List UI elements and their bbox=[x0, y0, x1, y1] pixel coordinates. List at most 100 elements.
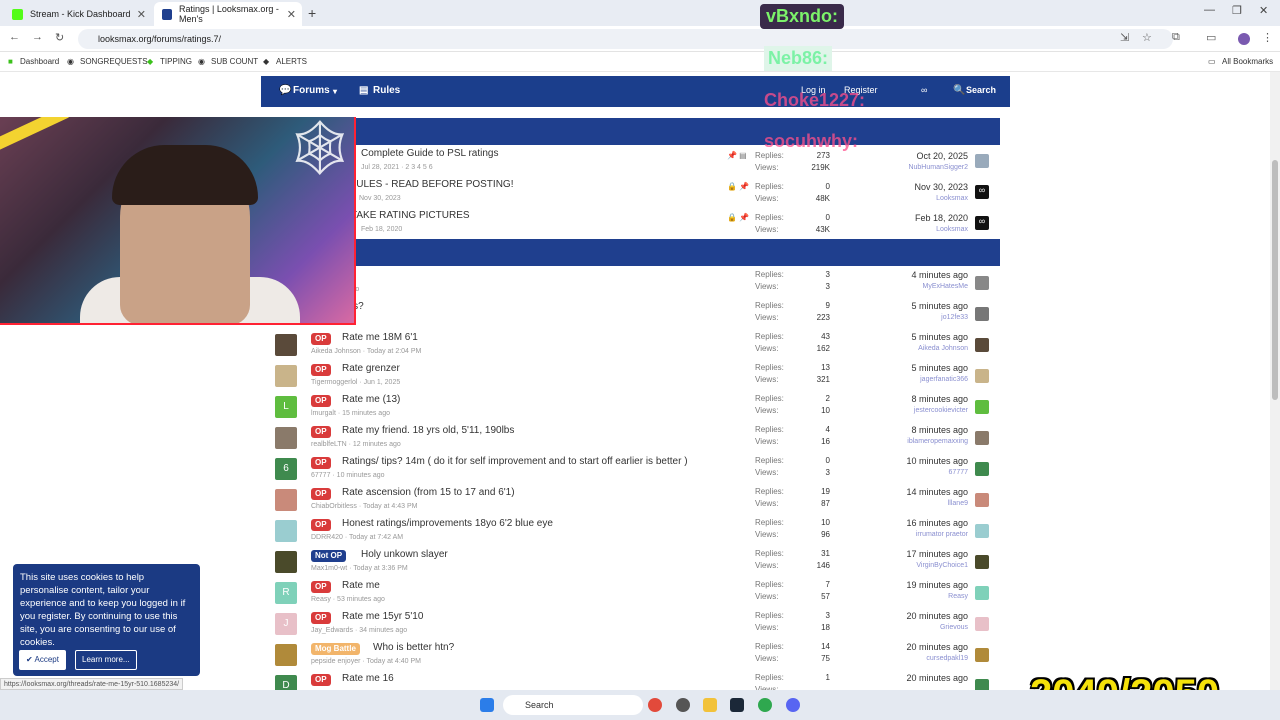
thread-prefix-badge[interactable]: OP bbox=[311, 612, 331, 624]
thread-prefix-badge[interactable]: OP bbox=[311, 333, 331, 345]
extensions-icon[interactable]: ⧉ bbox=[1172, 31, 1180, 44]
nav-rules[interactable]: Rules bbox=[373, 85, 400, 96]
avatar[interactable] bbox=[975, 617, 989, 631]
bookmark-tipping[interactable]: TIPPING bbox=[160, 57, 192, 66]
bookmark-dashboard[interactable]: Dashboard bbox=[20, 57, 59, 66]
avatar[interactable] bbox=[975, 369, 989, 383]
thread-title[interactable]: Complete Guide to PSL ratings bbox=[361, 148, 498, 159]
avatar[interactable]: L bbox=[275, 396, 297, 418]
close-icon[interactable]: ✕ bbox=[287, 8, 296, 21]
avatar[interactable] bbox=[975, 154, 989, 168]
star-icon[interactable]: ☆ bbox=[1142, 31, 1152, 44]
avatar[interactable] bbox=[275, 365, 297, 387]
thread-title[interactable]: Rate me (13) bbox=[342, 394, 400, 405]
avatar[interactable] bbox=[275, 644, 297, 666]
scrollbar-thumb[interactable] bbox=[1272, 160, 1278, 400]
thread-row[interactable]: ngs? 12, 2025 Replies: 9 Views: 223 5 mi… bbox=[269, 299, 1000, 330]
thread-prefix-badge[interactable]: OP bbox=[311, 457, 331, 469]
thread-prefix-badge[interactable]: OP bbox=[311, 581, 331, 593]
thread-row[interactable]: OP Rate grenzer Tigermoggerlol · Jun 1, … bbox=[269, 361, 1000, 392]
thread-title[interactable]: Ratings/ tips? 14m ( do it for self impr… bbox=[342, 456, 688, 467]
avatar[interactable] bbox=[975, 586, 989, 600]
thread-prefix-badge[interactable]: OP bbox=[311, 426, 331, 438]
avatar[interactable] bbox=[975, 462, 989, 476]
avatar[interactable] bbox=[975, 307, 989, 321]
chevron-down-icon[interactable]: ▾ bbox=[333, 87, 337, 96]
maximize-icon[interactable]: ❐ bbox=[1232, 4, 1242, 17]
back-icon[interactable]: ← bbox=[9, 31, 20, 43]
forward-icon[interactable]: → bbox=[32, 31, 43, 43]
menu-icon[interactable]: ⋮ bbox=[1262, 31, 1273, 44]
install-icon[interactable]: ⇲ bbox=[1120, 31, 1129, 44]
pinned-thread-row[interactable]: Complete Guide to PSL ratings Jul 28, 20… bbox=[269, 146, 1000, 177]
thread-prefix-badge[interactable]: OP bbox=[311, 519, 331, 531]
windows-start-icon[interactable] bbox=[480, 698, 494, 712]
thread-title[interactable]: Rate me bbox=[342, 580, 380, 591]
close-icon[interactable]: ✕ bbox=[137, 8, 146, 21]
tab-kick-dashboard[interactable]: Stream - Kick Dashboard ✕ bbox=[4, 2, 152, 26]
bookmark-all[interactable]: All Bookmarks bbox=[1222, 57, 1273, 66]
avatar[interactable] bbox=[975, 276, 989, 290]
thread-row[interactable]: OP Honest ratings/improvements 18yo 6'2 … bbox=[269, 516, 1000, 547]
looksmax-logo-icon[interactable]: ∞ bbox=[975, 185, 989, 199]
avatar[interactable] bbox=[975, 431, 989, 445]
thread-title[interactable]: Rate me 15yr 5'10 bbox=[342, 611, 423, 622]
thread-prefix-badge[interactable]: OP bbox=[311, 395, 331, 407]
thread-title[interactable]: Rate me 16 bbox=[342, 673, 394, 684]
avatar[interactable] bbox=[275, 427, 297, 449]
discord-icon[interactable] bbox=[786, 698, 800, 712]
thread-row[interactable]: OP Rate ascension (from 15 to 17 and 6'1… bbox=[269, 485, 1000, 516]
tab-looksmax[interactable]: Ratings | Looksmax.org - Men's ✕ bbox=[154, 2, 302, 26]
thread-prefix-badge[interactable]: OP bbox=[311, 674, 331, 686]
chrome-icon[interactable] bbox=[648, 698, 662, 712]
avatar[interactable] bbox=[275, 520, 297, 542]
thread-row[interactable]: L OP Rate me (13) lmurgalt · 15 minutes … bbox=[269, 392, 1000, 423]
thread-title[interactable]: RULES - READ BEFORE POSTING! bbox=[349, 179, 513, 190]
thread-row[interactable]: Mog Battle Who is better htn? pepside en… bbox=[269, 640, 1000, 671]
thread-prefix-badge[interactable]: Mog Battle bbox=[311, 643, 360, 655]
bookmark-songrequests[interactable]: SONGREQUESTS bbox=[80, 57, 148, 66]
avatar[interactable] bbox=[275, 489, 297, 511]
avatar[interactable] bbox=[275, 551, 297, 573]
avatar[interactable] bbox=[975, 338, 989, 352]
obs-icon[interactable] bbox=[676, 698, 690, 712]
accept-button[interactable]: ✔ Accept bbox=[19, 650, 66, 670]
thread-title[interactable]: Rate my friend. 18 yrs old, 5'11, 190lbs bbox=[342, 425, 514, 436]
avatar[interactable] bbox=[975, 648, 989, 662]
thread-row[interactable]: me · 8 minutes ago Replies: 3 Views: 3 4… bbox=[269, 268, 1000, 299]
thread-title[interactable]: Honest ratings/improvements 18yo 6'2 blu… bbox=[342, 518, 553, 529]
thread-title[interactable]: TAKE RATING PICTURES bbox=[351, 210, 470, 221]
thread-row[interactable]: R OP Rate me Reasy · 53 minutes ago Repl… bbox=[269, 578, 1000, 609]
chrome-icon[interactable] bbox=[758, 698, 772, 712]
learn-more-button[interactable]: Learn more... bbox=[75, 650, 137, 670]
thread-prefix-badge[interactable]: OP bbox=[311, 488, 331, 500]
sidebar-icon[interactable]: ▭ bbox=[1206, 31, 1216, 44]
avatar[interactable] bbox=[975, 555, 989, 569]
nav-forums[interactable]: Forums bbox=[293, 85, 330, 96]
thread-row[interactable]: OP Rate me 18M 6'1 Aikeda Johnson · Toda… bbox=[269, 330, 1000, 361]
taskbar-search[interactable]: Search bbox=[503, 695, 643, 715]
thread-title[interactable]: Rate grenzer bbox=[342, 363, 400, 374]
thread-title[interactable]: Rate me 18M 6'1 bbox=[342, 332, 418, 343]
new-tab-icon[interactable]: + bbox=[308, 5, 316, 21]
thread-row[interactable]: 6 OP Ratings/ tips? 14m ( do it for self… bbox=[269, 454, 1000, 485]
url-field[interactable]: looksmax.org/forums/ratings.7/ bbox=[78, 29, 1173, 49]
bookmark-alerts[interactable]: ALERTS bbox=[276, 57, 307, 66]
link-icon[interactable]: ∞ bbox=[921, 85, 927, 95]
avatar[interactable] bbox=[275, 334, 297, 356]
profile-icon[interactable] bbox=[1238, 33, 1250, 45]
avatar[interactable] bbox=[975, 400, 989, 414]
thread-title[interactable]: Holy unkown slayer bbox=[361, 549, 448, 560]
pinned-thread-row[interactable]: TAKE RATING PICTURES Feb 18, 2020 🔒 📌 Re… bbox=[269, 208, 1000, 239]
avatar[interactable]: J bbox=[275, 613, 297, 635]
thread-title[interactable]: Who is better htn? bbox=[373, 642, 454, 653]
folder-icon[interactable] bbox=[703, 698, 717, 712]
minimize-icon[interactable]: — bbox=[1204, 4, 1215, 16]
thread-row[interactable]: J OP Rate me 15yr 5'10 Jay_Edwards · 34 … bbox=[269, 609, 1000, 640]
steam-icon[interactable] bbox=[730, 698, 744, 712]
reload-icon[interactable]: ↻ bbox=[55, 31, 64, 44]
thread-row[interactable]: OP Rate my friend. 18 yrs old, 5'11, 190… bbox=[269, 423, 1000, 454]
thread-prefix-badge[interactable]: OP bbox=[311, 364, 331, 376]
avatar[interactable] bbox=[975, 524, 989, 538]
pinned-thread-row[interactable]: RULES - READ BEFORE POSTING! Nov 30, 202… bbox=[269, 177, 1000, 208]
